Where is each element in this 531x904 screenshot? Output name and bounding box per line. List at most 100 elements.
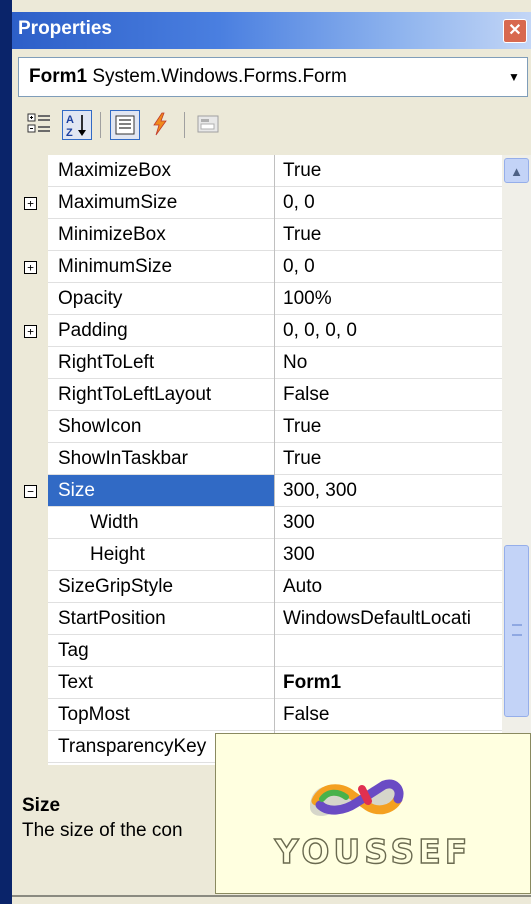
property-row[interactable]: Opacity 100% [12,283,502,315]
expand-icon[interactable]: + [24,325,37,338]
property-row[interactable]: ShowIcon True [12,411,502,443]
property-value-cell[interactable] [275,635,502,667]
close-button[interactable]: ✕ [503,19,527,43]
property-name-cell[interactable]: StartPosition [48,603,274,635]
property-value: Form1 [283,672,342,693]
properties-button[interactable] [110,110,140,140]
expand-icon[interactable]: + [24,261,37,274]
property-name-cell[interactable]: ShowInTaskbar [48,443,274,475]
property-row[interactable]: + Padding 0, 0, 0, 0 [12,315,502,347]
chevron-down-icon[interactable]: ▼ [505,67,523,87]
toolbar-separator [100,112,101,138]
object-name-label: Form1 System.Windows.Forms.Form [29,66,347,88]
property-value: 0, 0, 0, 0 [283,320,357,341]
property-value-cell[interactable]: Form1 [275,667,502,699]
property-value-cell[interactable]: Auto [275,571,502,603]
property-name-cell[interactable]: ShowIcon [48,411,274,443]
property-pages-button[interactable] [194,110,224,140]
property-value-cell[interactable]: 0, 0 [275,187,502,219]
row-gutter: + [12,251,48,283]
property-value-cell[interactable]: No [275,347,502,379]
property-name-cell[interactable]: Height [48,539,274,571]
property-name-cell[interactable]: RightToLeft [48,347,274,379]
property-value: 0, 0 [283,256,315,277]
property-name-cell[interactable]: Padding [48,315,274,347]
property-name: Size [58,480,95,501]
vertical-scrollbar[interactable]: ▲ ▼ [502,155,531,765]
title-bar[interactable]: Properties ✕ [12,12,531,49]
property-name-cell[interactable]: RightToLeftLayout [48,379,274,411]
object-name: Form1 [29,66,88,87]
property-name-cell[interactable]: Width [48,507,274,539]
property-name-cell[interactable]: Text [48,667,274,699]
property-value: 0, 0 [283,192,315,213]
property-row[interactable]: Height 300 [12,539,502,571]
property-name: ShowInTaskbar [58,448,188,469]
property-value: True [283,448,322,469]
property-row[interactable]: MaximizeBox True [12,155,502,187]
row-gutter [12,411,48,443]
property-name-cell[interactable]: Size [48,475,274,507]
property-value-cell[interactable]: 0, 0 [275,251,502,283]
row-gutter [12,699,48,731]
property-row[interactable]: Tag [12,635,502,667]
property-name-cell[interactable]: Opacity [48,283,274,315]
property-name-cell[interactable]: TopMost [48,699,274,731]
property-row[interactable]: RightToLeftLayout False [12,379,502,411]
property-value-cell[interactable]: 0, 0, 0, 0 [275,315,502,347]
property-name-cell[interactable]: MinimumSize [48,251,274,283]
property-name: Height [90,544,145,565]
alphabetical-button[interactable]: A Z [62,110,92,140]
property-row[interactable]: ShowInTaskbar True [12,443,502,475]
property-row[interactable]: TopMost False [12,699,502,731]
row-gutter [12,219,48,251]
property-value-cell[interactable]: False [275,379,502,411]
property-value-cell[interactable]: 100% [275,283,502,315]
property-row[interactable]: RightToLeft No [12,347,502,379]
property-value-cell[interactable]: WindowsDefaultLocati [275,603,502,635]
scroll-thumb[interactable] [504,545,529,717]
row-gutter [12,539,48,571]
categorized-button[interactable] [26,110,56,140]
property-row[interactable]: + MaximumSize 0, 0 [12,187,502,219]
row-gutter [12,507,48,539]
property-value-cell[interactable]: True [275,443,502,475]
categorized-icon [27,113,50,133]
collapse-icon[interactable]: − [24,485,37,498]
property-value: True [283,160,322,181]
property-name: Padding [58,320,128,341]
visual-studio-logo [310,779,404,816]
property-value-cell[interactable]: 300 [275,539,502,571]
property-value-cell[interactable]: True [275,219,502,251]
description-title: Size [22,795,61,816]
property-value-cell[interactable]: True [275,411,502,443]
property-row[interactable]: − Size 300, 300 [12,475,502,507]
row-gutter [12,155,48,187]
property-name: MaximumSize [58,192,178,213]
property-name: Text [58,672,93,693]
property-row[interactable]: + MinimumSize 0, 0 [12,251,502,283]
scroll-up-button[interactable]: ▲ [504,158,529,183]
property-row[interactable]: StartPosition WindowsDefaultLocati [12,603,502,635]
row-gutter [12,379,48,411]
property-name-cell[interactable]: SizeGripStyle [48,571,274,603]
property-row[interactable]: Text Form1 [12,667,502,699]
property-value-cell[interactable]: True [275,155,502,187]
property-value-cell[interactable]: False [275,699,502,731]
property-name-cell[interactable]: MaximizeBox [48,155,274,187]
property-name-cell[interactable]: MinimizeBox [48,219,274,251]
events-button[interactable] [146,110,176,140]
toolbar-separator [184,112,185,138]
expand-icon[interactable]: + [24,197,37,210]
property-row[interactable]: Width 300 [12,507,502,539]
row-gutter [12,443,48,475]
property-value-cell[interactable]: 300, 300 [275,475,502,507]
property-value-cell[interactable]: 300 [275,507,502,539]
property-name-cell[interactable]: Tag [48,635,274,667]
property-row[interactable]: MinimizeBox True [12,219,502,251]
property-name: TransparencyKey [58,736,207,757]
object-selector-dropdown[interactable]: Form1 System.Windows.Forms.Form ▼ [18,57,528,97]
property-row[interactable]: SizeGripStyle Auto [12,571,502,603]
property-name-cell[interactable]: MaximumSize [48,187,274,219]
close-icon: ✕ [508,22,522,39]
